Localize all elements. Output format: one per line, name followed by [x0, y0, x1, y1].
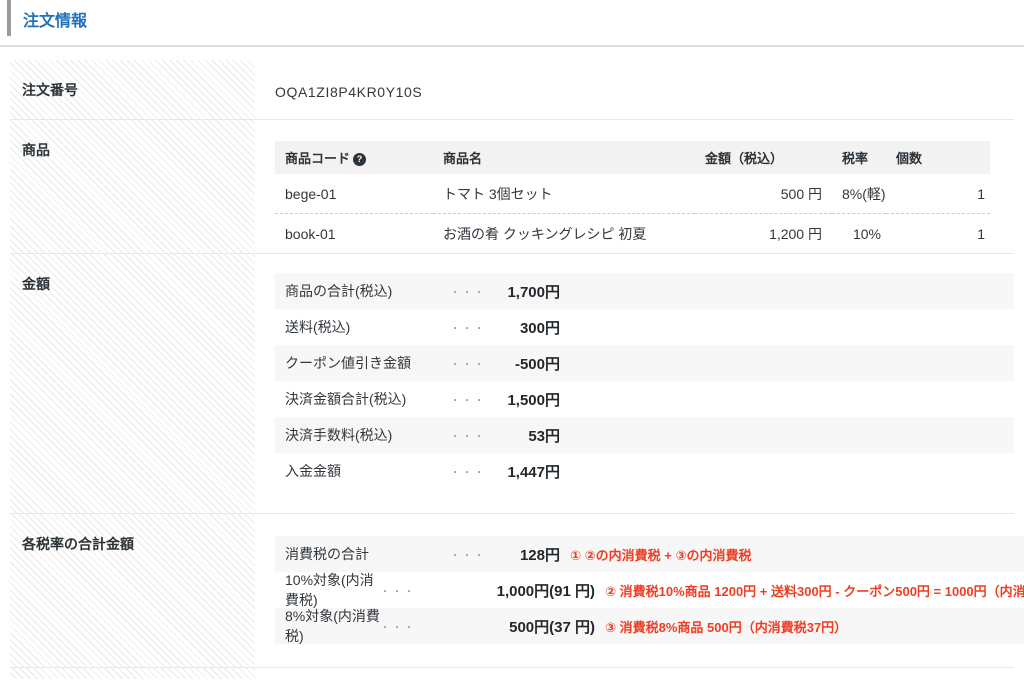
amount-row-label: 決済金額合計(税込) — [285, 389, 450, 409]
products-header-row: 商品コード? 商品名 金額（税込） 税率 個数 — [275, 141, 990, 174]
dots-leader: ・・・ — [380, 583, 410, 598]
col-header-product-code: 商品コード? — [275, 141, 433, 174]
tax-row-note: ① ②の内消費税 + ③の内消費税 — [570, 545, 751, 564]
amount-row-fee: 決済手数料(税込) ・・・ 53円 — [275, 417, 1014, 453]
dots-leader: ・・・ — [450, 356, 480, 371]
product-code: bege-01 — [275, 174, 433, 214]
next-stub-label-cell — [10, 668, 255, 679]
col-header-qty: 個数 — [886, 141, 990, 174]
amount-row-coupon: クーポン値引き金額 ・・・ -500円 — [275, 345, 1014, 381]
products-label: 商品 — [22, 141, 255, 159]
tax-row-value: 128円 — [480, 544, 560, 565]
tax-row-total: 消費税の合計 ・・・ 128円 ① ②の内消費税 + ③の内消費税 — [275, 536, 1024, 572]
tax-row-8pct: 8%対象(内消費税) ・・・ 500円(37 円) ③ 消費税8%商品 500円… — [275, 608, 1024, 644]
dots-leader: ・・・ — [450, 284, 480, 299]
tax-row-label: 10%対象(内消費税) — [285, 570, 380, 610]
amount-row-label: クーポン値引き金額 — [285, 353, 450, 373]
tax-totals-label-cell: 各税率の合計金額 — [10, 514, 255, 667]
amount-row-value: 1,500円 — [480, 389, 560, 410]
product-code: book-01 — [275, 214, 433, 254]
amount-row-shipping: 送料(税込) ・・・ 300円 — [275, 309, 1014, 345]
amount-row-value: -500円 — [480, 353, 560, 374]
product-code-header-label: 商品コード — [285, 151, 350, 166]
amount-row-label: 商品の合計(税込) — [285, 281, 450, 301]
amount-row-value: 1,447円 — [480, 461, 560, 482]
table-row: book-01 お酒の肴 クッキングレシピ 初夏 1,200 円 10% 1 — [275, 214, 990, 254]
product-qty: 1 — [886, 214, 990, 254]
tax-row-value: 1,000円(91 円) — [410, 580, 595, 601]
product-price: 500 円 — [695, 174, 832, 214]
page-title: 注文情報 — [23, 11, 1024, 33]
section-amount: 金額 商品の合計(税込) ・・・ 1,700円 送料(税込) ・・・ 300円 … — [10, 254, 1014, 514]
tax-totals-label: 各税率の合計金額 — [22, 535, 255, 553]
amount-row-deposit: 入金金額 ・・・ 1,447円 — [275, 453, 1014, 489]
order-info-sections: 注文番号 OQA1ZI8P4KR0Y10S 商品 商品コード? 商品名 金額（税… — [10, 60, 1014, 679]
product-name: トマト 3個セット — [433, 174, 695, 214]
page-title-wrap: 注文情報 — [7, 0, 1024, 36]
products-table: 商品コード? 商品名 金額（税込） 税率 個数 bege-01 トマト 3個セッ… — [275, 141, 990, 253]
tax-totals-content: 消費税の合計 ・・・ 128円 ① ②の内消費税 + ③の内消費税 10%対象(… — [275, 514, 1024, 667]
dots-leader: ・・・ — [450, 547, 480, 562]
order-number-content: OQA1ZI8P4KR0Y10S — [275, 60, 1014, 119]
amount-row-payment-total: 決済金額合計(税込) ・・・ 1,500円 — [275, 381, 1014, 417]
dots-leader: ・・・ — [450, 428, 480, 443]
help-icon[interactable]: ? — [353, 153, 366, 166]
amount-row-value: 300円 — [480, 317, 560, 338]
col-header-tax-rate: 税率 — [832, 141, 886, 174]
tax-row-note: ③ 消費税8%商品 500円（内消費税37円） — [605, 617, 847, 636]
dots-leader: ・・・ — [380, 619, 410, 634]
col-header-price: 金額（税込） — [695, 141, 832, 174]
product-qty: 1 — [886, 174, 990, 214]
section-tax-totals: 各税率の合計金額 消費税の合計 ・・・ 128円 ① ②の内消費税 + ③の内消… — [10, 514, 1014, 668]
table-row: bege-01 トマト 3個セット 500 円 8%(軽) 1 — [275, 174, 990, 214]
next-stub-content — [275, 668, 1014, 683]
tax-row-label: 8%対象(内消費税) — [285, 606, 380, 646]
tax-row-note: ② 消費税10%商品 1200円 + 送料300円 - クーポン500円 = 1… — [605, 581, 1024, 600]
order-number-label: 注文番号 — [22, 81, 255, 99]
amount-label-cell: 金額 — [10, 254, 255, 513]
amount-row-subtotal: 商品の合計(税込) ・・・ 1,700円 — [275, 273, 1014, 309]
amount-row-label: 送料(税込) — [285, 317, 450, 337]
amount-label: 金額 — [22, 275, 255, 293]
col-header-product-name: 商品名 — [433, 141, 695, 174]
product-tax-rate: 8%(軽) — [832, 174, 886, 214]
tax-row-value: 500円(37 円) — [410, 616, 595, 637]
amount-row-label: 入金金額 — [285, 461, 450, 481]
amount-row-label: 決済手数料(税込) — [285, 425, 450, 445]
section-order-number: 注文番号 OQA1ZI8P4KR0Y10S — [10, 60, 1014, 120]
order-number-value: OQA1ZI8P4KR0Y10S — [275, 84, 422, 100]
products-content: 商品コード? 商品名 金額（税込） 税率 個数 bege-01 トマト 3個セッ… — [275, 120, 1014, 253]
order-number-label-cell: 注文番号 — [10, 60, 255, 119]
product-tax-rate: 10% — [832, 214, 886, 254]
tax-row-10pct: 10%対象(内消費税) ・・・ 1,000円(91 円) ② 消費税10%商品 … — [275, 572, 1024, 608]
product-price: 1,200 円 — [695, 214, 832, 254]
amount-row-value: 1,700円 — [480, 281, 560, 302]
amount-row-value: 53円 — [480, 425, 560, 446]
dots-leader: ・・・ — [450, 464, 480, 479]
dots-leader: ・・・ — [450, 392, 480, 407]
amount-content: 商品の合計(税込) ・・・ 1,700円 送料(税込) ・・・ 300円 クーポ… — [275, 254, 1014, 513]
section-next-stub — [10, 668, 1014, 679]
tax-row-label: 消費税の合計 — [285, 544, 450, 564]
products-label-cell: 商品 — [10, 120, 255, 253]
section-products: 商品 商品コード? 商品名 金額（税込） 税率 個数 bege-01 — [10, 120, 1014, 254]
page-header: 注文情報 — [0, 0, 1024, 47]
dots-leader: ・・・ — [450, 320, 480, 335]
product-name: お酒の肴 クッキングレシピ 初夏 — [433, 214, 695, 254]
